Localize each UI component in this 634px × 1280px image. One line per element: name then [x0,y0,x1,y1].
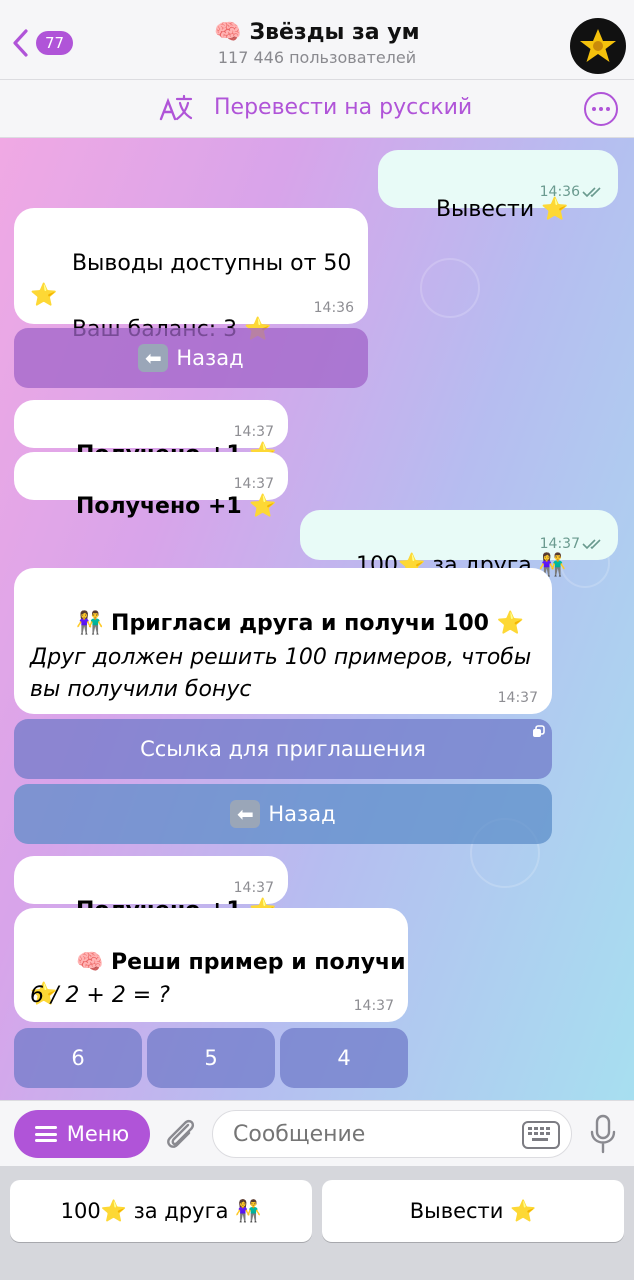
invite-friend-reply-button[interactable]: 100 ⭐ за друга 👫 [10,1180,312,1242]
message-line: Выводы доступны от 50 [71,251,352,276]
star-icon: ⭐ [510,1198,537,1223]
button-label: Назад [176,346,244,370]
chat-title-area[interactable]: 🧠 Звёзды за ум 117 446 пользователей [100,20,534,67]
bot-menu-button[interactable]: Меню [14,1110,150,1158]
more-icon[interactable] [584,92,618,126]
message-input-bar: Меню [0,1100,634,1166]
message-headline: Реши пример и получи [111,950,406,975]
answer-button[interactable]: 5 [147,1028,275,1088]
withdraw-reply-button[interactable]: Вывести ⭐ [322,1180,624,1242]
brain-icon: 🧠 [214,20,242,45]
button-label: Назад [268,802,336,826]
message-time: 14:36 [313,300,354,316]
arrow-left-icon: ⬅ [230,800,261,828]
keyboard-icon[interactable] [522,1121,560,1149]
incoming-message[interactable]: 👫 Пригласи друга и получи 100 ⭐ Друг дол… [14,568,552,714]
button-number: 100 [60,1199,101,1223]
member-count: 117 446 пользователей [217,48,417,67]
reply-keyboard: 100 ⭐ за друга 👫 Вывести ⭐ [0,1166,634,1280]
back-chevron-icon [13,29,28,57]
button-label: 5 [204,1046,218,1070]
message-headline: Пригласи друга и получи 100 [111,611,489,636]
message-time: 14:37 [233,476,274,492]
message-text: Получено +1 [75,494,242,519]
back-button[interactable]: 77 [10,28,74,58]
star-icon: ⭐ [541,197,569,222]
message-time: 14:37 [353,998,394,1014]
translate-bar: Перевести на русский [0,80,634,138]
menu-icon [34,1126,57,1142]
chat-title: 🧠 Звёзды за ум [100,20,534,45]
invite-link-button[interactable]: Ссылка для приглашения [14,719,552,779]
couple-icon: 👫 [75,611,104,636]
star-icon: ⭐ [496,611,525,636]
message-time: 14:37 [233,424,274,440]
menu-label: Меню [66,1122,130,1146]
couple-icon: 👫 [235,1198,262,1223]
translate-icon[interactable] [158,93,194,125]
star-icon: ⭐ [100,1198,127,1223]
brain-icon: 🧠 [75,950,104,975]
background-doodle [420,258,480,318]
incoming-message[interactable]: Получено +1 ⭐ 14:37 [14,856,288,923]
mic-icon[interactable] [588,1114,618,1154]
answer-button[interactable]: 6 [14,1028,142,1088]
unread-count-badge: 77 [36,31,74,55]
message-input[interactable] [212,1110,572,1158]
arrow-left-icon: ⬅ [138,344,169,372]
link-icon [533,725,545,737]
answer-button[interactable]: 4 [280,1028,408,1088]
chat-header: 77 🧠 Звёзды за ум 117 446 пользователей [0,0,634,80]
message-time: 14:37 [539,536,580,552]
bot-avatar[interactable] [570,18,626,74]
chat-title-text: Звёзды за ум [249,20,420,45]
incoming-message[interactable]: Получено +1 ⭐ 14:37 [14,400,288,467]
inline-back-button[interactable]: ⬅ Назад [14,784,552,844]
incoming-message[interactable]: Выводы доступны от 50 ⭐ Ваш баланс: 3 ⭐ … [14,208,368,342]
button-label: 6 [71,1046,85,1070]
button-label: 4 [337,1046,351,1070]
message-body: Друг должен решить 100 примеров, чтобы в… [30,645,539,702]
inline-back-button[interactable]: ⬅ Назад [14,328,368,388]
button-label: Ссылка для приглашения [140,737,426,761]
message-time: 14:37 [233,880,274,896]
math-problem: 6 / 2 + 2 = ? [30,983,170,1008]
avatar-star-icon [580,29,616,62]
double-check-icon [582,187,601,198]
message-time: 14:36 [539,184,580,200]
chat-area: Вывести ⭐ 14:36 Выводы доступны от 50 ⭐ … [0,138,634,1100]
double-check-icon [582,539,601,550]
incoming-message[interactable]: Получено +1 ⭐ 14:37 [14,452,288,519]
star-icon: ⭐ [249,494,277,519]
button-label: за друга [133,1199,229,1223]
button-label: Вывести [409,1199,504,1223]
incoming-message[interactable]: 🧠 Реши пример и получи ⭐ 6 / 2 + 2 = ? 1… [14,908,408,1022]
attach-icon[interactable] [162,1115,198,1153]
outgoing-message[interactable]: 100⭐ за друга 👫 14:37 [300,510,618,578]
translate-link[interactable]: Перевести на русский [214,95,472,120]
message-time: 14:37 [497,690,538,706]
outgoing-message[interactable]: Вывести ⭐ 14:36 [378,150,618,222]
message-text: Вывести [435,197,535,222]
